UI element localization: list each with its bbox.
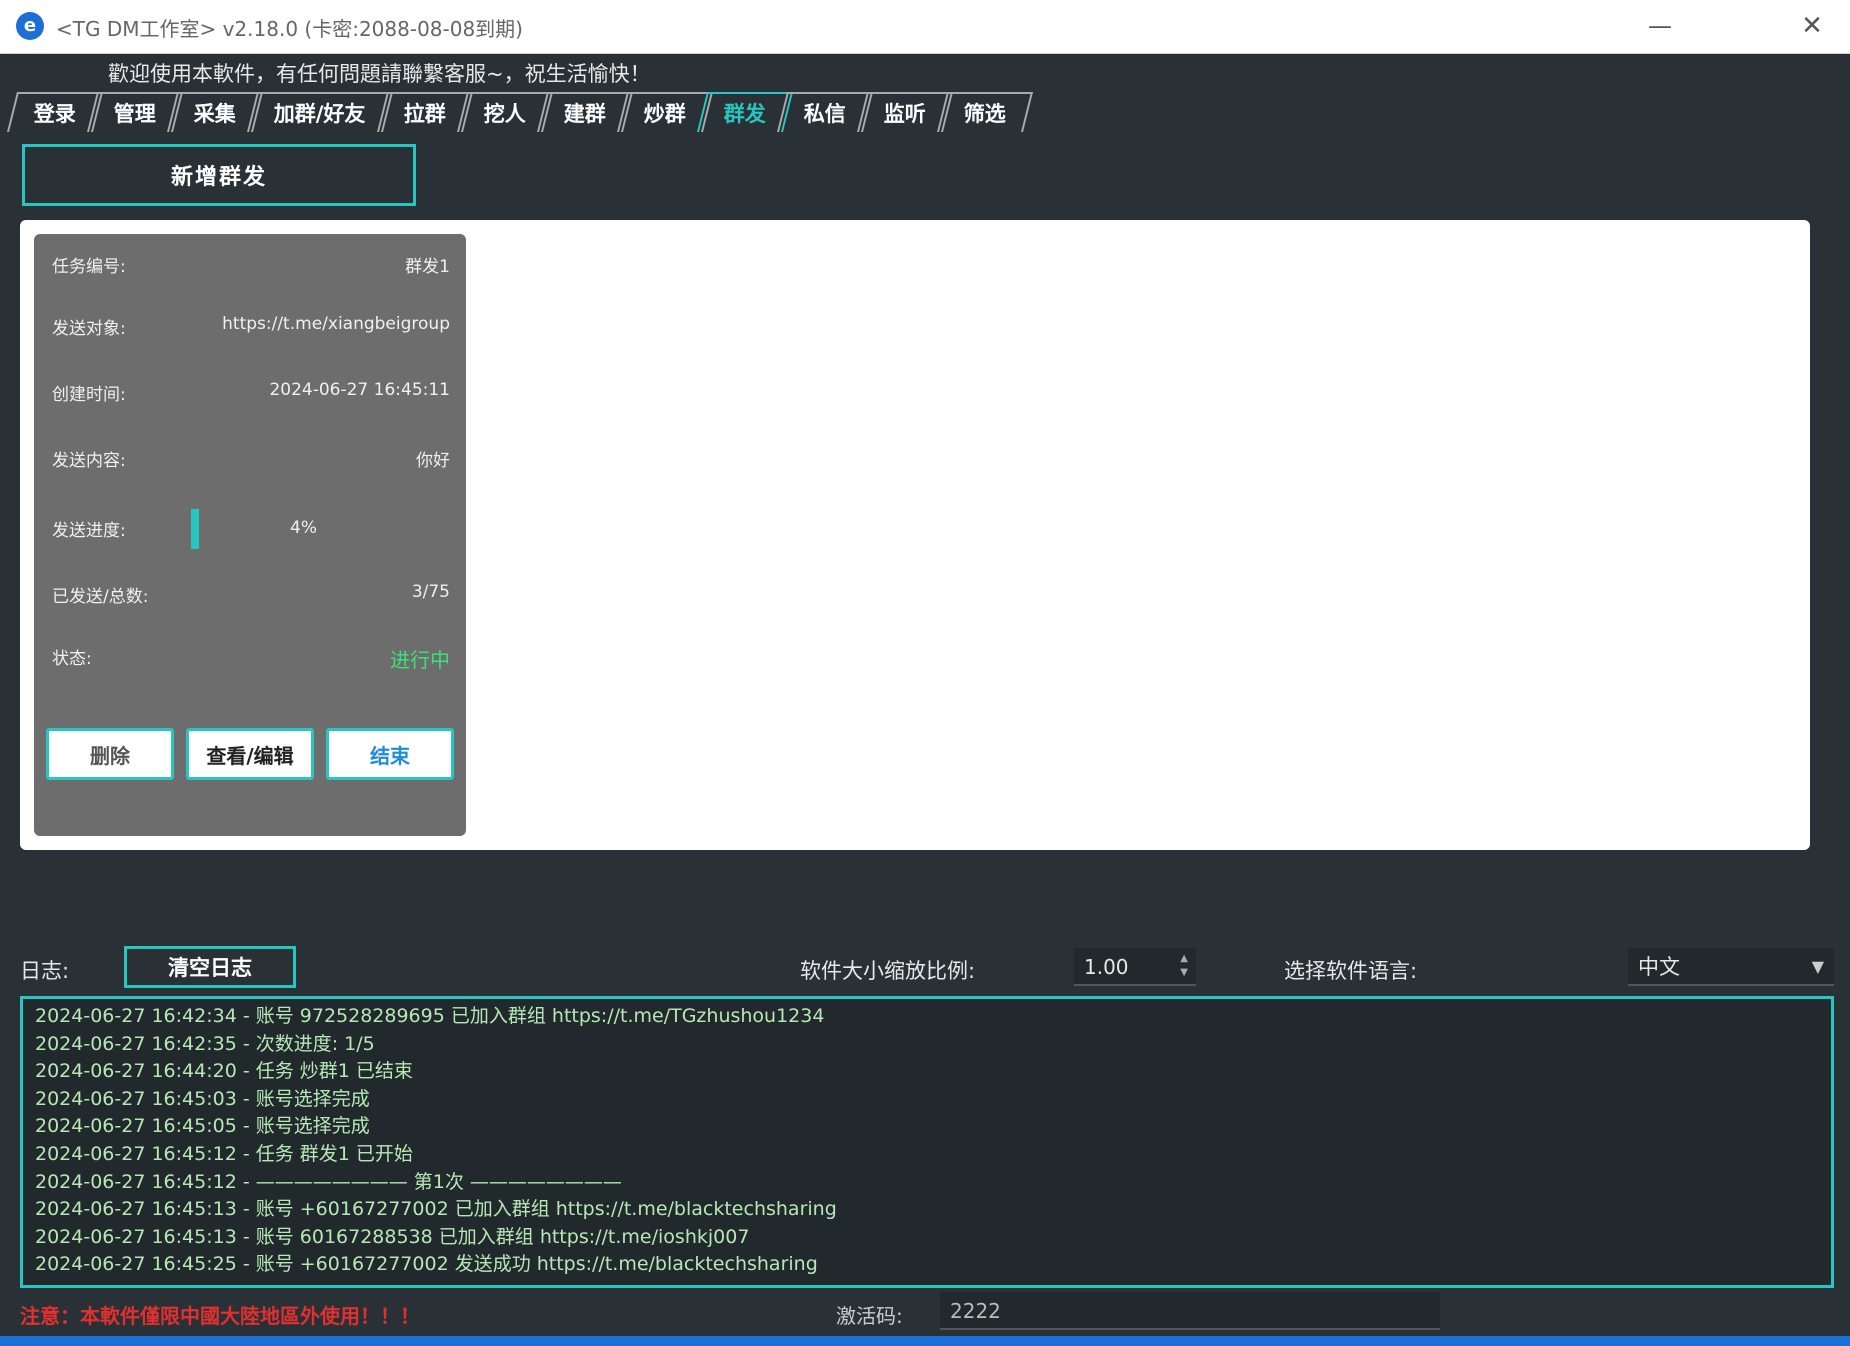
scale-value: 1.00 [1084,955,1129,979]
task-created-value: 2024-06-27 16:45:11 [269,380,450,400]
task-content-label: 发送内容: [52,451,126,471]
task-created-row: 创建时间: 2024-06-27 16:45:11 [52,380,450,410]
log-line: 2024-06-27 16:45:12 - 任务 群发1 已开始 [35,1142,413,1165]
log-line: 2024-06-27 16:45:05 - 账号选择完成 [35,1115,370,1138]
language-select[interactable]: 中文 ▼ [1628,948,1834,986]
tab-label: 登录 [33,102,76,126]
tab-bar: 登录 管理 采集 加群/好友 拉群 挖人 建群 炒群 群发 私信 监听 筛选 [7,92,1033,132]
minimize-button[interactable]: — [1640,6,1680,46]
log-line: 2024-06-27 16:45:25 - 账号 +60167277002 发送… [35,1253,818,1276]
welcome-message: 歡迎使用本軟件，有任何問題請聯繫客服~，祝生活愉快！ [108,62,651,86]
progress-fill [191,509,199,549]
task-target-row: 发送对象: https://t.me/xiangbeigroup [52,314,450,344]
clear-log-button[interactable]: 清空日志 [124,946,296,988]
tab-label: 群发 [723,102,766,126]
log-line: 2024-06-27 16:42:35 - 次数进度: 1/5 [35,1032,375,1055]
task-target-label: 发送对象: [52,319,126,339]
log-label: 日志: [20,959,70,983]
app-logo-icon: e [16,12,44,40]
window-title: <TG DM工作室> v2.18.0 (卡密:2088-08-08到期) [56,17,523,41]
task-sent-label: 已发送/总数: [52,587,149,607]
log-output[interactable]: 2024-06-27 16:42:34 - 账号 972528289695 已加… [20,996,1834,1288]
log-line: 2024-06-27 16:42:34 - 账号 972528289695 已加… [35,1005,825,1027]
scale-spinbox[interactable]: 1.00 ▲ ▼ [1074,948,1196,986]
activation-label: 激活码: [836,1304,903,1328]
task-sent-value: 3/75 [411,582,450,602]
log-line: 2024-06-27 16:44:20 - 任务 炒群1 已结束 [35,1060,413,1083]
close-button[interactable]: ✕ [1792,6,1832,46]
tab-label: 建群 [563,102,606,126]
scale-label: 软件大小缩放比例: [800,959,976,983]
log-line: 2024-06-27 16:45:12 - ———————— 第1次 —————… [35,1170,622,1193]
tab-label: 筛选 [963,102,1006,126]
title-bar: e <TG DM工作室> v2.18.0 (卡密:2088-08-08到期) —… [0,0,1850,54]
tab-label: 监听 [883,102,926,126]
add-broadcast-button[interactable]: 新增群发 [22,144,416,206]
task-content-row: 发送内容: 你好 [52,446,450,476]
task-id-row: 任务编号: 群发1 [52,252,450,282]
tab-join-group[interactable]: 加群/好友 [247,92,393,132]
tab-label: 采集 [193,102,236,126]
language-label: 选择软件语言: [1284,959,1418,983]
task-status-value: 进行中 [390,648,450,672]
task-id-label: 任务编号: [52,257,126,277]
bottom-strip [0,1336,1850,1346]
view-edit-task-button[interactable]: 查看/编辑 [186,728,314,780]
region-warning: 注意：本軟件僅限中國大陸地區外使用！！！ [20,1304,420,1328]
task-status-label: 状态: [52,649,92,669]
tab-label: 炒群 [643,102,686,126]
tab-label: 管理 [113,102,156,126]
log-line: 2024-06-27 16:45:13 - 账号 +60167277002 已加… [35,1198,837,1221]
log-line: 2024-06-27 16:45:03 - 账号选择完成 [35,1087,370,1110]
task-created-label: 创建时间: [52,385,126,405]
task-target-value: https://t.me/xiangbeigroup [222,314,450,334]
task-content-value: 你好 [416,451,450,471]
task-sent-row: 已发送/总数: 3/75 [52,582,450,612]
tab-label: 私信 [803,102,846,126]
delete-task-button[interactable]: 删除 [46,728,174,780]
task-status-row: 状态: 进行中 [52,644,450,674]
end-task-button[interactable]: 结束 [326,728,454,780]
log-line: 2024-06-27 16:45:13 - 账号 60167288538 已加入… [35,1225,750,1248]
language-value: 中文 [1638,955,1680,979]
spin-arrows-icon[interactable]: ▲ ▼ [1180,952,1188,980]
task-id-value: 群发1 [405,257,450,277]
activation-code-field[interactable]: 2222 [940,1292,1440,1330]
progress-percent: 4% [290,518,317,538]
tab-label: 加群/好友 [273,102,366,126]
tab-label: 挖人 [483,102,526,126]
tab-filter[interactable]: 筛选 [936,92,1033,132]
chevron-down-icon: ▼ [1811,957,1824,976]
tab-label: 拉群 [403,102,446,126]
task-progress-label: 发送进度: [52,521,126,541]
